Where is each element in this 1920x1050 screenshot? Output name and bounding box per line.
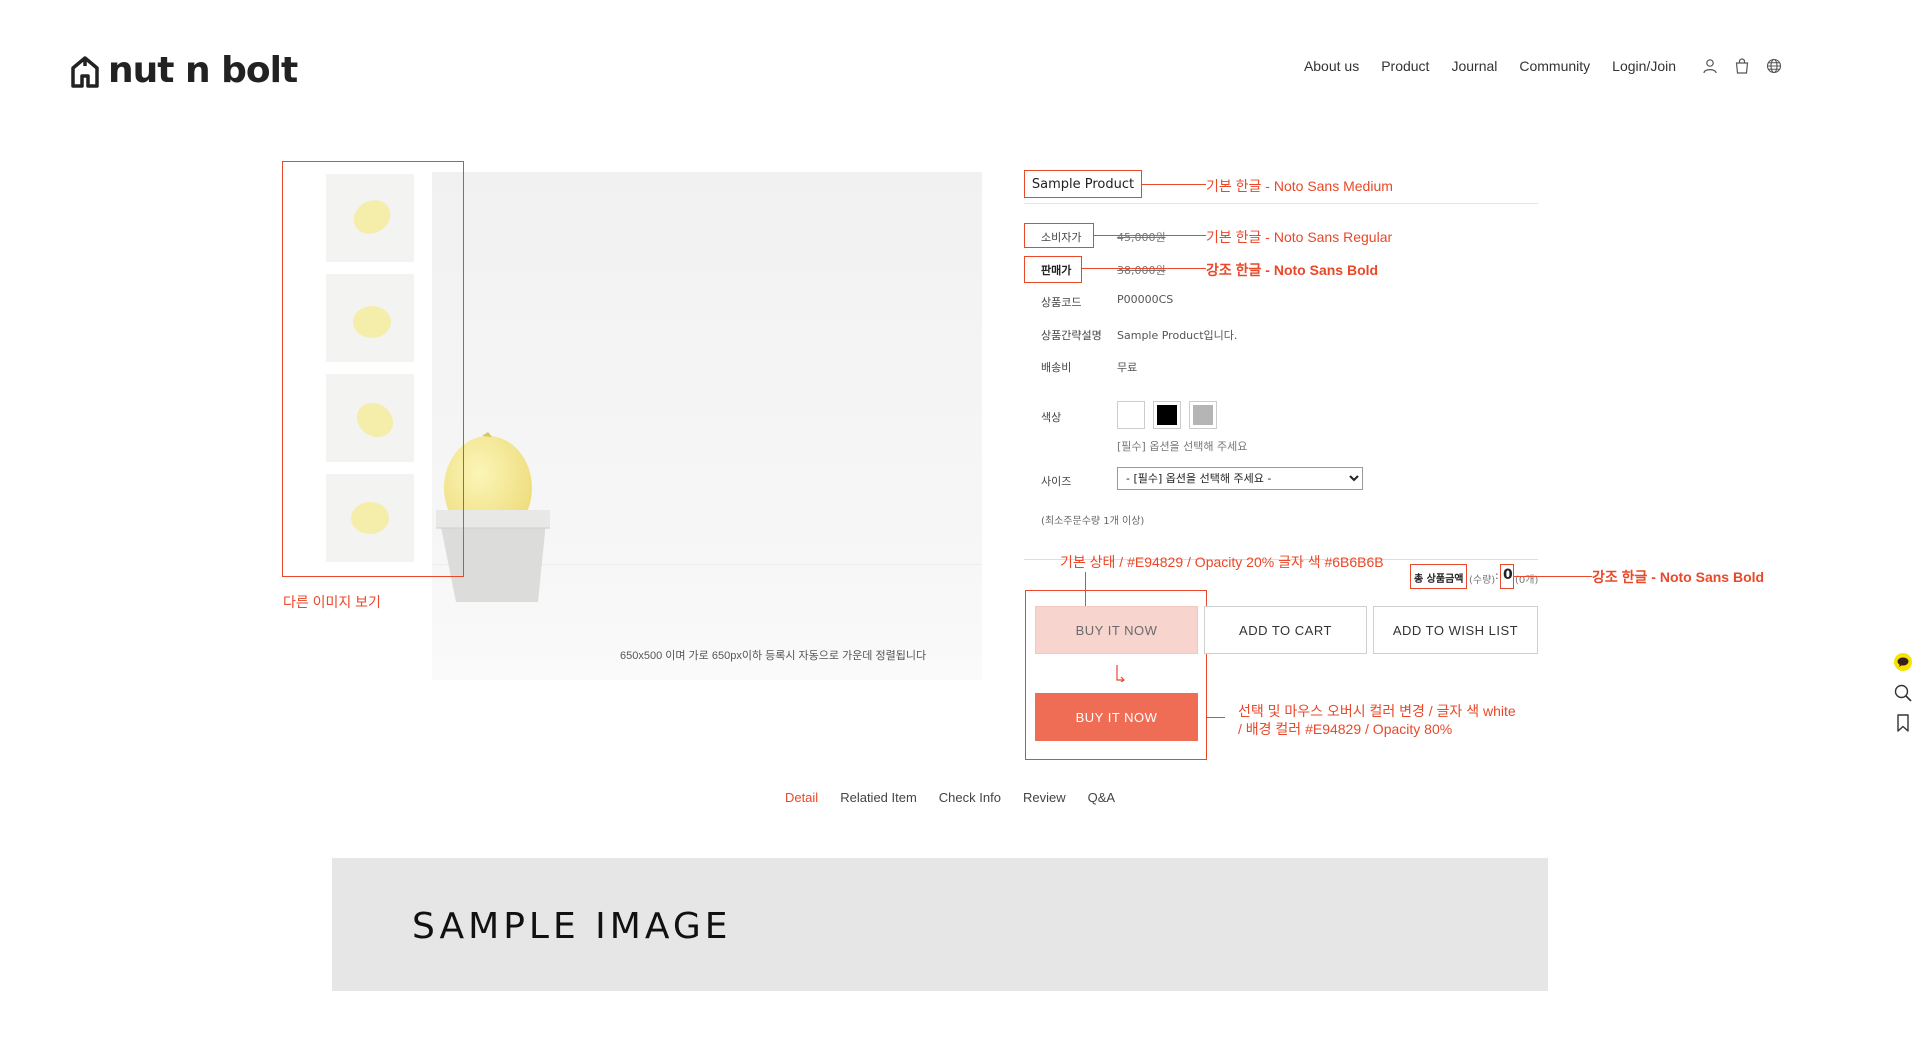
button-hover-annotation-line1: 선택 및 마우스 오버시 컬러 변경 / 글자 색 white: [1238, 703, 1516, 719]
total-amount: 0: [1503, 567, 1513, 583]
thumbnails-annotation-label: 다른 이미지 보기: [283, 594, 381, 610]
tab-review[interactable]: Review: [1023, 790, 1066, 805]
annotation-line: [1082, 268, 1206, 269]
buy-now-button[interactable]: BUY IT NOW: [1035, 606, 1198, 654]
banner-text: SAMPLE IMAGE: [412, 906, 732, 947]
product-title-text: Sample Product: [1031, 176, 1135, 192]
detail-tabs: Detail Relatied Item Check Info Review Q…: [0, 790, 1900, 805]
nav-journal[interactable]: Journal: [1451, 58, 1497, 74]
tab-check-info[interactable]: Check Info: [939, 790, 1001, 805]
regular-font-annotation: 기본 한글 - Noto Sans Regular: [1206, 229, 1393, 245]
total-qty-label: (수량): [1469, 575, 1496, 586]
summary-value: Sample Product입니다.: [1117, 329, 1238, 342]
shipping-label: 배송비: [1041, 361, 1072, 374]
annotation-line: [1094, 235, 1206, 236]
nav-product[interactable]: Product: [1381, 58, 1429, 74]
buy-now-label: BUY IT NOW: [1075, 622, 1158, 638]
add-to-wishlist-label: ADD TO WISH LIST: [1392, 622, 1519, 638]
total-label: 총 상품금액: [1414, 574, 1464, 585]
search-icon[interactable]: [1893, 683, 1913, 703]
annotation-line: [1207, 717, 1225, 718]
bag-icon[interactable]: [1734, 58, 1750, 74]
sale-price-value: 38,000원: [1117, 264, 1166, 277]
nav-about[interactable]: About us: [1304, 58, 1359, 74]
main-image-caption: 650x500 이며 가로 650px이하 등록시 자동으로 가운데 정렬됩니다: [620, 650, 927, 662]
size-select[interactable]: - [필수] 옵션을 선택해 주세요 -: [1117, 467, 1363, 490]
total-separator: :: [1495, 569, 1499, 582]
retail-price-value: 45,000원: [1117, 231, 1166, 244]
size-label: 사이즈: [1041, 475, 1072, 488]
product-title: Sample Product: [1024, 170, 1142, 198]
nav-community[interactable]: Community: [1519, 58, 1590, 74]
total-count: (0개): [1515, 575, 1539, 586]
thumbnails-annotation-box: [282, 161, 464, 577]
min-order-note: (최소주문수량 1개 이상): [1041, 516, 1145, 527]
tab-qna[interactable]: Q&A: [1088, 790, 1115, 805]
logo-text: nut n bolt: [108, 50, 298, 91]
title-font-annotation: 기본 한글 - Noto Sans Medium: [1206, 178, 1393, 194]
annotation-line: [1514, 576, 1592, 577]
add-to-wishlist-button[interactable]: ADD TO WISH LIST: [1373, 606, 1538, 654]
logo-mark-icon: [71, 55, 99, 88]
button-default-annotation: 기본 상태 / #E94829 / Opacity 20% 글자 색 #6B6B…: [1060, 554, 1384, 570]
chat-icon[interactable]: [1893, 652, 1913, 672]
summary-label: 상품간략설명: [1041, 329, 1102, 342]
main-product-image[interactable]: 650x500 이며 가로 650px이하 등록시 자동으로 가운데 정렬됩니다: [432, 172, 982, 680]
bookmark-icon[interactable]: [1893, 713, 1913, 733]
add-to-cart-button[interactable]: ADD TO CART: [1204, 606, 1367, 654]
color-swatch-gray[interactable]: [1189, 401, 1217, 429]
swatch-color: [1121, 405, 1141, 425]
swatch-color: [1157, 405, 1177, 425]
color-label: 색상: [1041, 411, 1062, 424]
buy-now-hover-button[interactable]: BUY IT NOW: [1035, 693, 1198, 741]
tab-related-item[interactable]: Relatied Item: [840, 790, 917, 805]
main-nav: About us Product Journal Community Login…: [1282, 58, 1782, 74]
bold-font-annotation: 강조 한글 - Noto Sans Bold: [1206, 262, 1379, 278]
product-code-value: P00000CS: [1117, 293, 1174, 306]
title-divider: [1024, 203, 1538, 204]
sample-image-banner: SAMPLE IMAGE: [332, 858, 1548, 991]
button-hover-annotation-line2: / 배경 컬러 #E94829 / Opacity 80%: [1238, 721, 1453, 737]
add-to-cart-label: ADD TO CART: [1239, 622, 1332, 638]
product-code-label: 상품코드: [1041, 296, 1082, 309]
annotation-line: [1142, 184, 1206, 185]
user-icon[interactable]: [1702, 58, 1718, 74]
total-font-annotation: 강조 한글 - Noto Sans Bold: [1592, 569, 1765, 585]
logo[interactable]: nut n bolt: [70, 50, 298, 91]
tab-detail[interactable]: Detail: [785, 790, 818, 805]
shipping-value: 무료: [1117, 361, 1138, 374]
color-hint: [필수] 옵션을 선택해 주세요: [1117, 440, 1248, 453]
arrow-down-icon: [1116, 665, 1125, 682]
globe-icon[interactable]: [1766, 58, 1782, 74]
nav-login-join[interactable]: Login/Join: [1612, 58, 1676, 74]
sale-price-label: 판매가: [1041, 264, 1072, 277]
retail-price-label: 소비자가: [1041, 231, 1082, 244]
swatch-color: [1193, 405, 1213, 425]
buy-now-hover-label: BUY IT NOW: [1075, 709, 1158, 725]
color-swatch-black[interactable]: [1153, 401, 1181, 429]
color-swatch-white[interactable]: [1117, 401, 1145, 429]
